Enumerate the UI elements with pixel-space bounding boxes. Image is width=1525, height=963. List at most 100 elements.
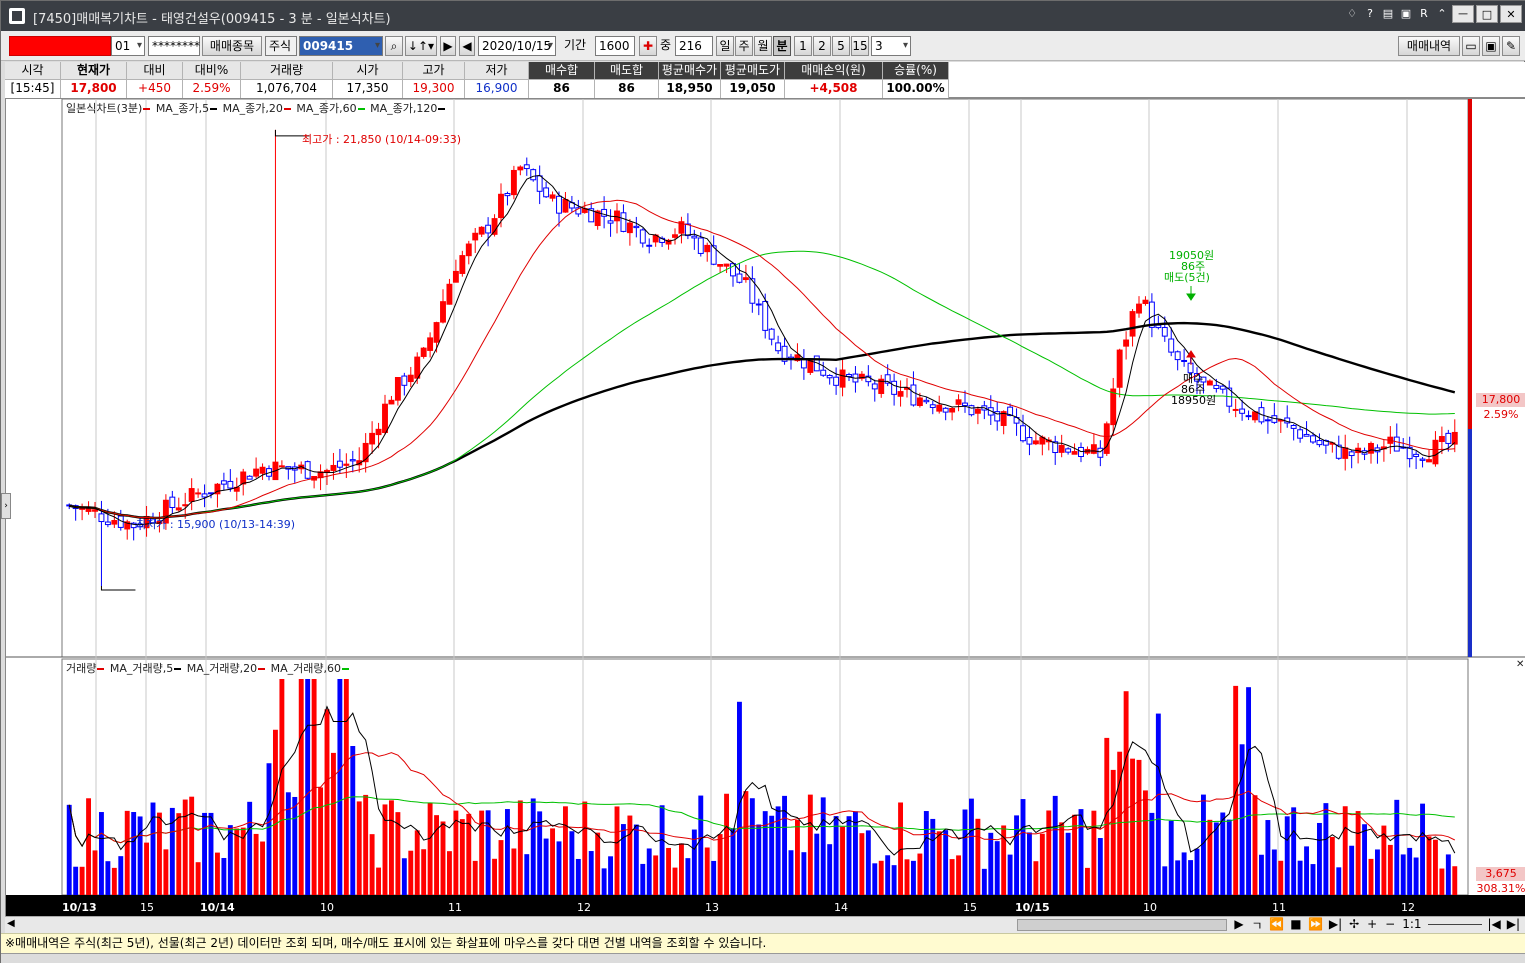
period-week-button[interactable]: 주 [735, 36, 753, 56]
period-input[interactable]: 1600 [595, 36, 635, 56]
count-input[interactable]: 216 [675, 36, 713, 56]
minimize-button[interactable]: ㅡ [1452, 5, 1474, 23]
title-bar: [7450]매매복기차트 - 태영건설우(009415 - 3 분 - 일본식차… [1, 1, 1525, 31]
play-back-icon[interactable]: ◀ [459, 36, 475, 56]
zoom-in-icon[interactable]: + [1366, 917, 1378, 934]
volume-bar-1 [73, 866, 79, 895]
trade-history-button[interactable]: 매매내역 [1398, 36, 1460, 56]
folder-icon[interactable]: ▭ [1462, 36, 1480, 56]
help-icon[interactable]: ? [1362, 5, 1378, 23]
apply-icon[interactable]: ✚ [639, 36, 657, 56]
scroll-thumb[interactable] [1017, 919, 1227, 931]
collapse-icon[interactable]: ⌃ [1434, 5, 1450, 23]
volume-tag: 3,675 [1476, 867, 1525, 881]
volume-bar-8 [118, 856, 124, 895]
period-minute-button[interactable]: 분 [773, 36, 791, 56]
candle-body-118 [826, 374, 833, 379]
quote-value-7: 16,900 [465, 80, 529, 98]
minute-select[interactable]: 3 [871, 36, 911, 56]
candle-body-192 [1303, 433, 1310, 437]
volume-bar-30 [260, 841, 266, 895]
candle-body-55 [420, 347, 427, 357]
volume-bar-172 [1175, 860, 1181, 895]
candle-body-193 [1310, 435, 1316, 443]
candle-body-56 [427, 337, 434, 351]
layout-icon[interactable]: ▤ [1380, 5, 1396, 23]
volume-bar-15 [163, 849, 169, 895]
last-icon[interactable]: ▶| [1507, 917, 1520, 934]
candle-body-148 [1020, 425, 1026, 442]
close-button[interactable]: ✕ [1500, 5, 1522, 23]
ratio-icon[interactable]: 1:1 [1402, 917, 1421, 934]
panel-close-icon[interactable]: ✕ [1516, 659, 1524, 670]
volume-bar-71 [524, 854, 530, 895]
volume-bar-69 [511, 848, 517, 895]
zoom-out-icon[interactable]: − [1384, 917, 1396, 934]
screen-icon[interactable]: ▣ [1398, 5, 1414, 23]
candle-body-90 [646, 244, 653, 247]
save-icon[interactable]: ▣ [1482, 36, 1500, 56]
search-icon[interactable]: ⌕ [385, 36, 403, 56]
password-field[interactable]: ******** [148, 36, 200, 56]
volume-bar-133 [923, 811, 929, 895]
volume-bar-170 [1162, 866, 1168, 895]
app-icon [9, 8, 25, 24]
scroll-left-icon[interactable]: ◀ [7, 918, 15, 929]
forward-icon[interactable]: ⏩ [1308, 917, 1323, 934]
volume-bar-142 [981, 868, 987, 895]
volume-bar-158 [1084, 867, 1090, 895]
volume-bar-190 [1291, 807, 1297, 895]
period-day-button[interactable]: 일 [716, 36, 734, 56]
quote-value-12: +4,508 [785, 80, 883, 98]
minute-2-button[interactable]: 2 [813, 36, 831, 56]
period-month-button[interactable]: 월 [754, 36, 772, 56]
scroll-right-icon[interactable]: ▶ [1233, 917, 1245, 934]
date-input[interactable]: 2020/10/15 [478, 36, 556, 56]
minute-15-button[interactable]: 15 [851, 36, 869, 56]
volume-bar-92 [659, 805, 665, 895]
market-select[interactable]: 주식 [265, 36, 297, 56]
step-icon[interactable]: ▶| [1329, 917, 1342, 934]
volume-bar-55 [421, 849, 427, 895]
side-expand-tab[interactable]: › [1, 493, 11, 519]
zoom-slider[interactable] [1427, 917, 1482, 925]
sell-label-annotation: 매도(5건) [1164, 271, 1210, 284]
volume-bar-137 [949, 859, 955, 895]
minute-5-button[interactable]: 5 [832, 36, 850, 56]
crosshair-icon[interactable]: ✢ [1348, 917, 1360, 934]
candle-body-74 [543, 187, 550, 198]
volume-bar-180 [1226, 819, 1232, 895]
chart-canvas[interactable]: 10/13 15 10/14 10 11 12 13 14 15 10/15 10 11 12 [6, 99, 1525, 917]
settings-icon[interactable]: ✎ [1502, 36, 1520, 56]
volume-bar-107 [756, 824, 762, 895]
volume-bar-83 [601, 868, 607, 895]
pin-icon[interactable]: ♢ [1344, 5, 1360, 23]
chart-scrollbar[interactable]: ◀ ▶ ㄱ ⏪ ■ ⏩ ▶| ✢ + − 1:1 |◀ ▶| [5, 916, 1525, 933]
trade-items-button[interactable]: 매매종목 [202, 36, 262, 56]
maximize-button[interactable]: □ [1476, 5, 1498, 23]
volume-bar-37 [305, 679, 311, 895]
volume-bar-106 [749, 798, 755, 895]
candle-body-20 [195, 492, 202, 495]
volume-bar-147 [1014, 815, 1020, 895]
volume-bar-48 [376, 867, 382, 895]
first-icon[interactable]: |◀ [1488, 917, 1501, 934]
candle-body-202 [1368, 442, 1374, 454]
x-axis-label-7: 14 [834, 901, 848, 914]
sort-icon[interactable]: ↓↑▾ [405, 36, 437, 56]
account-select[interactable]: 01 [111, 36, 145, 56]
tool-icon[interactable]: ㄱ [1251, 917, 1263, 934]
chart-panel[interactable]: 10/13 15 10/14 10 11 12 13 14 15 10/15 10 11 12 일본식차… [5, 98, 1525, 917]
account-number-redacted[interactable] [9, 36, 111, 56]
stock-code-input[interactable]: 009415 [299, 36, 383, 56]
refresh-icon[interactable]: R [1416, 5, 1432, 23]
volume-bar-32 [272, 729, 278, 895]
volume-bar-46 [363, 794, 369, 895]
minute-1-button[interactable]: 1 [794, 36, 812, 56]
volume-bar-179 [1220, 812, 1226, 895]
rewind-icon[interactable]: ⏪ [1269, 917, 1284, 934]
volume-bar-50 [388, 800, 394, 895]
stop-icon[interactable]: ■ [1290, 917, 1302, 934]
candle-body-138 [955, 399, 962, 405]
play-forward-icon[interactable]: ▶ [440, 36, 456, 56]
